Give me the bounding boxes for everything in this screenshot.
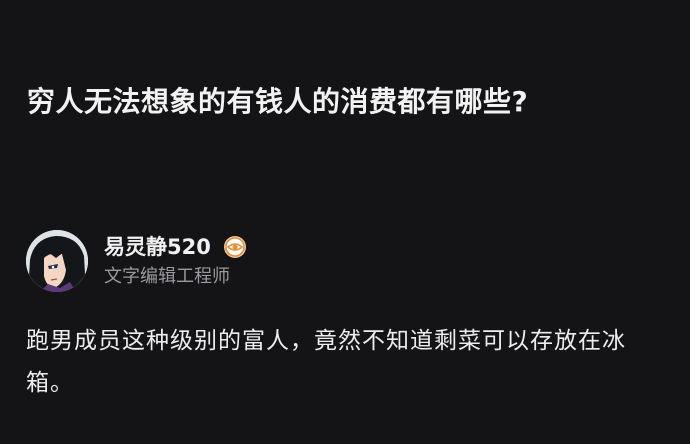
avatar[interactable] xyxy=(26,230,88,292)
answer-text: 跑男成员这种级别的富人，竟然不知道剩菜可以存放在冰箱。 xyxy=(26,328,626,396)
author-info: 易灵静520 文字编辑工程师 xyxy=(26,230,666,292)
author-name[interactable]: 易灵静520 xyxy=(104,233,211,261)
question-title[interactable]: 穷人无法想象的有钱人的消费都有哪些? xyxy=(27,80,667,124)
author-name-line: 易灵静520 xyxy=(104,232,247,262)
author-title: 文字编辑工程师 xyxy=(104,266,230,287)
eye-badge-icon[interactable] xyxy=(223,235,247,259)
anime-character-avatar-icon xyxy=(26,230,88,292)
